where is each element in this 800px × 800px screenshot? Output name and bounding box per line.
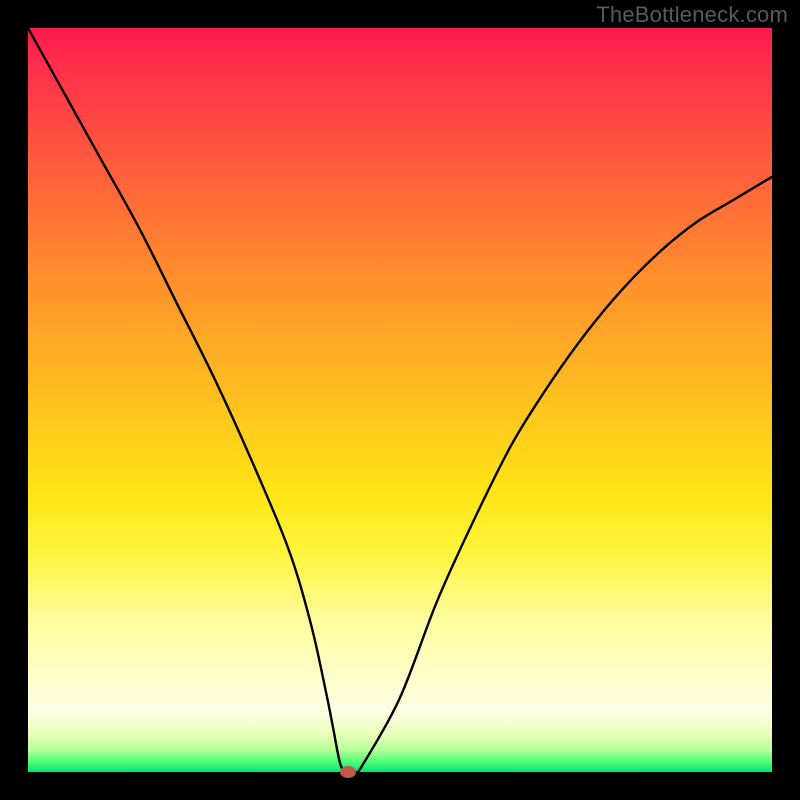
curve-svg (28, 28, 772, 772)
bottleneck-curve-path (28, 28, 772, 772)
chart-frame: TheBottleneck.com (0, 0, 800, 800)
plot-area (28, 28, 772, 772)
watermark-text: TheBottleneck.com (596, 2, 788, 28)
optimal-point-marker (340, 766, 356, 778)
